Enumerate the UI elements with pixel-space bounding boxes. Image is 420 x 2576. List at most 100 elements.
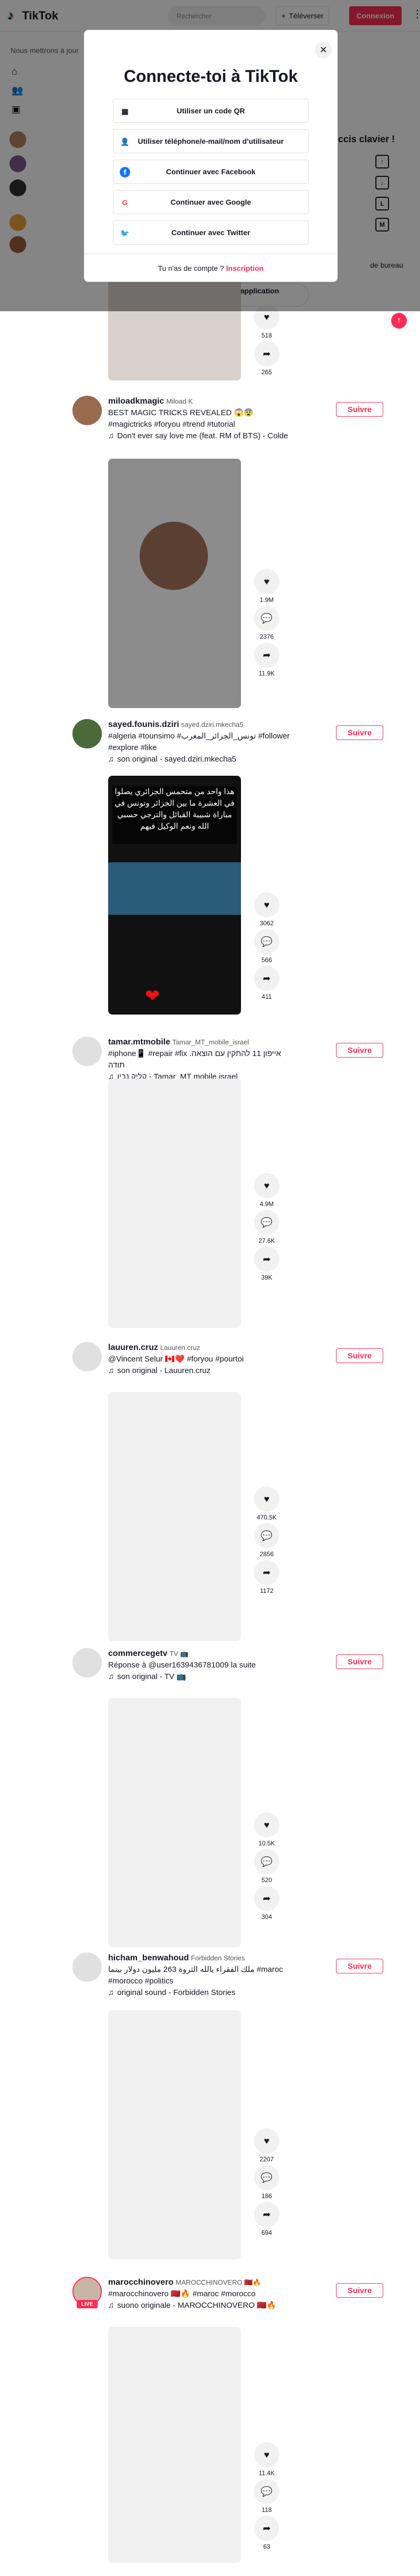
scroll-up-icon[interactable]: ↑ [391, 313, 407, 329]
nickname: Lauuren.cruz [160, 1344, 201, 1352]
username[interactable]: commercegetv [108, 1649, 167, 1658]
option-label: Utiliser téléphone/e-mail/nom d'utilisat… [138, 137, 284, 145]
follow-button[interactable]: Suivre [336, 1348, 383, 1363]
music-note-icon: ♫ [108, 431, 114, 440]
avatar[interactable] [72, 1952, 102, 1982]
comment-icon: 💬 [254, 929, 279, 954]
avatar[interactable] [72, 1342, 102, 1371]
music-info[interactable]: ♫ original sound - Forbidden Stories [108, 1987, 297, 1999]
action-bar: ♥ 518 ➦ 265 [254, 304, 280, 378]
post-text: miloadkmagic Miload K BEST MAGIC TRICKS R… [108, 396, 297, 442]
avatar[interactable] [72, 1648, 102, 1677]
comment-action[interactable]: 💬 186 [254, 2165, 280, 2202]
option-label: Utiliser un code QR [176, 107, 245, 115]
nickname: sayed.dziri.mkecha5 [181, 721, 244, 729]
post-description: BEST MAGIC TRICKS REVEALED 😱😨#magictrick… [108, 408, 254, 429]
comment-action[interactable]: 💬 520 [254, 1849, 280, 1886]
follow-button[interactable]: Suivre [336, 725, 383, 740]
comment-action[interactable]: 💬 2856 [254, 1523, 280, 1560]
avatar[interactable] [72, 1037, 102, 1066]
follow-button[interactable]: Suivre [336, 402, 383, 417]
comment-action[interactable]: 💬 2376 [254, 606, 280, 642]
share-action[interactable]: ➦ 1172 [254, 1560, 280, 1597]
video-player[interactable] [108, 2010, 241, 2260]
share-action[interactable]: ➦ 304 [254, 1886, 280, 1923]
music-info[interactable]: ♫ son original - TV 📺 [108, 1671, 297, 1683]
post-text: commercegetv TV 📺 Réponse à @user16394367… [108, 1648, 297, 1683]
follow-button[interactable]: Suivre [336, 1654, 383, 1669]
username[interactable]: tamar.mtmobile [108, 1038, 170, 1047]
comment-icon: 💬 [254, 2165, 279, 2190]
share-icon: ➦ [254, 2202, 279, 2227]
option-label: Continuer avec Facebook [166, 167, 256, 176]
heart-icon: ♥ [254, 2128, 279, 2153]
music-info[interactable]: ♫ suono originale - MAROCCHINOVERO 🇲🇦🔥 [108, 2300, 297, 2311]
action-bar: ♥ 1.9M 💬 2376 ➦ 11.9K [254, 569, 280, 679]
username[interactable]: hicham_benwahoud [108, 1954, 189, 1962]
share-action[interactable]: ➦ 11.9K [254, 642, 280, 679]
like-action[interactable]: ♥ 4.9M [254, 1173, 280, 1210]
username[interactable]: marocchinovero [108, 2278, 173, 2287]
facebook-login-option[interactable]: f Continuer avec Facebook [113, 160, 309, 184]
signup-link[interactable]: Inscription [226, 264, 264, 272]
post-description: ملك الفقراء يالله الثروة 263 مليون دولار… [108, 1965, 283, 1986]
like-action[interactable]: ♥ 10.5K [254, 1812, 280, 1849]
share-action[interactable]: ➦ 411 [254, 966, 280, 1002]
post-description: Réponse à @user1639436781009 la suite [108, 1661, 256, 1670]
video-player[interactable] [108, 1392, 241, 1641]
share-action[interactable]: ➦ 63 [254, 2516, 280, 2552]
nickname: Miload K [166, 397, 193, 405]
like-action[interactable]: ♥ 1.9M [254, 569, 280, 606]
video-player[interactable]: هذا واحد من متحمس الجزائري يصلوا في العش… [108, 776, 241, 1015]
share-action[interactable]: ➦ 39K [254, 1247, 280, 1283]
like-action[interactable]: ♥ 2207 [254, 2128, 280, 2165]
option-label: Continuer avec Twitter [171, 228, 250, 237]
follow-button[interactable]: Suivre [336, 2283, 383, 2298]
live-badge: LIVE [77, 2300, 98, 2308]
comment-action[interactable]: 💬 118 [254, 2479, 280, 2516]
follow-button[interactable]: Suivre [336, 1043, 383, 1058]
modal-title: Connecte-toi à TikTok [123, 67, 298, 86]
music-title: son original - TV 📺 [117, 1672, 187, 1681]
twitter-icon: 🐦 [120, 228, 130, 237]
username[interactable]: lauuren.cruz [108, 1343, 158, 1352]
modal-footer: Tu n'as de compte ? Inscription [84, 254, 338, 282]
video-player[interactable] [108, 1698, 241, 1947]
login-modal: ✕ Connecte-toi à TikTok ▦ Utiliser un co… [84, 30, 338, 282]
username[interactable]: sayed.founis.dziri [108, 720, 179, 729]
follow-button[interactable]: Suivre [336, 1959, 383, 1973]
music-info[interactable]: ♫ son original - sayed.dziri.mkecha5 [108, 754, 297, 765]
nickname: Forbidden Stories [191, 1954, 245, 1962]
music-info[interactable]: ♫ son original - Lauuren.cruz [108, 1365, 297, 1377]
nickname: Tamar_MT_mobile_israel [172, 1038, 249, 1046]
heart-icon: ♥ [254, 1486, 279, 1512]
comment-action[interactable]: 💬 27.6K [254, 1210, 280, 1247]
post-description: #algeria #tounsimo #تونس_الجزائر_المغرب … [108, 732, 290, 752]
heart-icon: ♥ [254, 1812, 279, 1838]
facebook-icon: f [120, 167, 130, 177]
share-icon: ➦ [254, 1886, 279, 1911]
qr-login-option[interactable]: ▦ Utiliser un code QR [113, 99, 309, 123]
like-action[interactable]: ♥ 470.5K [254, 1486, 280, 1523]
avatar[interactable] [72, 396, 102, 425]
twitter-login-option[interactable]: 🐦 Continuer avec Twitter [113, 220, 309, 245]
music-note-icon: ♫ [108, 1988, 114, 1997]
video-player[interactable] [108, 459, 241, 708]
video-player[interactable] [108, 1079, 241, 1328]
comment-action[interactable]: 💬 566 [254, 929, 280, 966]
like-action[interactable]: ♥ 3062 [254, 892, 280, 929]
share-action[interactable]: ➦ 694 [254, 2202, 280, 2239]
like-action[interactable]: ♥ 11.4K [254, 2442, 280, 2479]
share-action[interactable]: ➦ 265 [254, 341, 280, 378]
action-bar: ♥ 3062 💬 566 ➦ 411 [254, 892, 280, 1002]
avatar[interactable] [72, 719, 102, 748]
post-description: #marocchinovero 🇲🇦🔥 #maroc #morocco [108, 2289, 256, 2298]
username[interactable]: miloadkmagic [108, 397, 164, 406]
music-info[interactable]: ♫ Don't ever say love me (feat. RM of BTS… [108, 430, 297, 442]
heart-icon: ♥ [254, 1173, 279, 1198]
post-text: lauuren.cruz Lauuren.cruz @Vincent Selur … [108, 1342, 297, 1377]
phone-email-login-option[interactable]: 👤 Utiliser téléphone/e-mail/nom d'utilis… [113, 129, 309, 153]
close-icon[interactable]: ✕ [315, 41, 332, 58]
video-player[interactable] [108, 2327, 241, 2563]
google-login-option[interactable]: G Continuer avec Google [113, 190, 309, 214]
